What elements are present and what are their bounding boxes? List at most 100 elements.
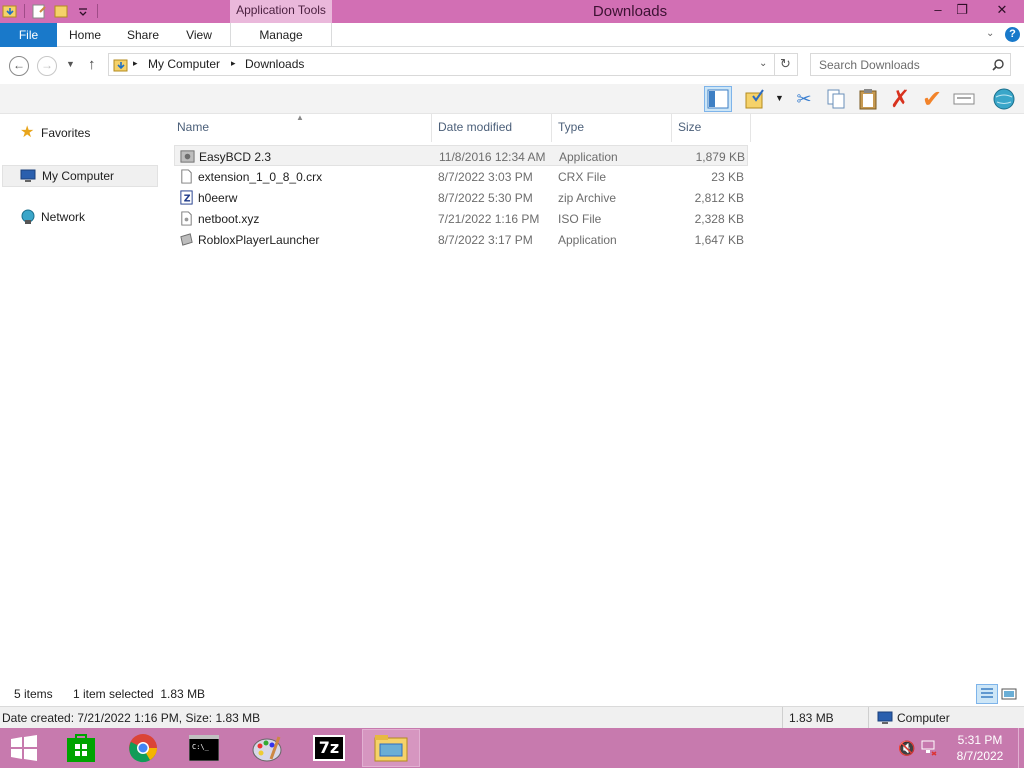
copy-button[interactable] [822,86,850,112]
column-header-name[interactable]: Name [177,120,209,134]
up-arrow-icon[interactable]: ↑ [88,56,96,73]
breadcrumb-downloads[interactable]: Downloads [245,57,304,71]
checkmark-icon[interactable]: ✔ [918,86,946,113]
file-row-extension[interactable]: extension_1_0_8_0.crx 8/7/2022 3:03 PM C… [174,166,748,187]
column-header-type[interactable]: Type [558,120,584,134]
new-folder-icon[interactable] [53,3,69,19]
folder-icon [374,735,408,762]
column-divider[interactable] [671,114,672,142]
file-row-h0eerw[interactable]: Z h0eerw 8/7/2022 5:30 PM zip Archive 2,… [174,187,748,208]
title-bar: Application Tools Downloads – ❐ ✕ [0,0,1024,23]
breadcrumb-my-computer[interactable]: My Computer [148,57,220,71]
file-size: 1,647 KB [694,233,744,247]
tab-share[interactable]: Share [120,23,166,47]
customize-dropdown-icon[interactable] [75,3,91,19]
chrome-icon [129,734,157,763]
column-divider[interactable] [551,114,552,142]
breadcrumb-chevron-icon[interactable]: ▸ [133,58,138,69]
tab-home[interactable]: Home [62,23,108,47]
recent-locations-icon[interactable]: ▼ [66,59,75,69]
zip-archive-icon: Z [180,190,193,205]
tab-manage[interactable]: Manage [230,23,332,47]
address-divider [774,54,775,75]
cut-icon[interactable]: ✂ [790,86,818,112]
clipboard-icon [859,89,877,110]
forward-button[interactable]: → [37,56,57,76]
delete-icon[interactable]: ✗ [886,86,914,113]
taskbar-store[interactable] [52,729,110,767]
7zip-icon: 7z [313,735,345,761]
column-header-size[interactable]: Size [678,120,701,134]
file-row-netboot[interactable]: netboot.xyz 7/21/2022 1:16 PM ISO File 2… [174,208,748,229]
computer-icon [20,169,36,182]
paste-button[interactable] [854,86,882,112]
svg-text:C:\_: C:\_ [192,743,210,751]
nav-item-my-computer[interactable]: My Computer [2,165,158,187]
file-date: 8/7/2022 3:17 PM [438,233,533,247]
folder-down-icon[interactable] [2,3,18,19]
search-input[interactable]: Search Downloads [810,53,1011,76]
details-size: 1.83 MB [789,711,834,725]
taskbar-chrome[interactable] [114,729,172,767]
close-button[interactable]: ✕ [984,0,1020,21]
tab-view[interactable]: View [176,23,222,47]
folder-options-button[interactable] [742,86,770,112]
svg-text:Z: Z [184,193,191,204]
file-size: 2,812 KB [694,191,744,205]
column-header-date[interactable]: Date modified [438,120,512,134]
window-title: Downloads [592,3,668,20]
show-desktop-button[interactable] [1018,728,1024,768]
details-view-button[interactable] [976,684,998,704]
file-type: Application [559,150,618,164]
command-toolbar: ▼ ✂ ✗ ✔ [0,84,1024,114]
context-tab-application-tools: Application Tools [230,0,332,23]
file-row-easybcd[interactable]: EasyBCD 2.3 11/8/2016 12:34 AM Applicati… [174,145,748,166]
system-clock[interactable]: 5:31 PM 8/7/2022 [948,732,1012,764]
taskbar-paint[interactable] [238,729,296,767]
tab-file[interactable]: File [0,23,57,47]
rename-button[interactable] [950,86,978,112]
preview-pane-button[interactable] [704,86,732,112]
help-icon[interactable]: ? [1005,27,1020,42]
nav-label-favorites: Favorites [41,126,91,140]
taskbar-file-explorer[interactable] [362,729,420,767]
file-type: zip Archive [558,191,617,205]
properties-icon[interactable] [31,3,47,19]
item-count: 5 items [14,687,53,701]
back-button[interactable]: ← [9,56,29,76]
taskbar-7zip[interactable]: 7z [300,729,358,767]
file-row-roblox[interactable]: RobloxPlayerLauncher 8/7/2022 3:17 PM Ap… [174,229,748,250]
network-status-icon[interactable] [920,740,938,756]
refresh-icon[interactable]: ↻ [780,56,791,72]
details-location: Computer [897,711,950,725]
column-divider[interactable] [431,114,432,142]
nav-item-favorites[interactable]: ★ Favorites [2,122,158,144]
large-icons-view-button[interactable] [1000,685,1018,703]
taskbar-command-prompt[interactable]: C:\_ [175,729,233,767]
details-divider [782,707,783,729]
folder-check-icon [745,89,764,109]
quick-access-toolbar [2,3,98,19]
search-icon[interactable] [991,58,1005,72]
network-globe-button[interactable] [990,86,1018,112]
file-type: ISO File [558,212,602,226]
nav-item-network[interactable]: Network [2,206,158,228]
start-button[interactable] [0,729,48,767]
address-dropdown-icon[interactable]: ⌄ [759,58,767,69]
expand-ribbon-icon[interactable]: ⌄ [986,28,994,39]
address-bar[interactable]: ▸ My Computer ▸ Downloads ⌄ ↻ [108,53,798,76]
details-divider [868,707,869,729]
file-name: EasyBCD 2.3 [199,150,272,164]
application-icon [180,233,193,246]
ribbon-tabs: File Home Share View Manage ⌄ ? [0,23,1024,47]
breadcrumb-chevron-icon[interactable]: ▸ [231,58,236,69]
iso-file-icon [181,211,192,226]
nav-label-network: Network [41,210,86,224]
maximize-button[interactable]: ❐ [948,0,976,21]
folder-options-dropdown-icon[interactable]: ▼ [775,93,784,103]
selection-info: 1 item selected 1.83 MB [73,687,206,701]
column-divider[interactable] [750,114,751,142]
windows-logo-icon [11,735,37,761]
file-type: CRX File [558,170,607,184]
volume-muted-icon[interactable]: 🔇 [898,740,915,757]
